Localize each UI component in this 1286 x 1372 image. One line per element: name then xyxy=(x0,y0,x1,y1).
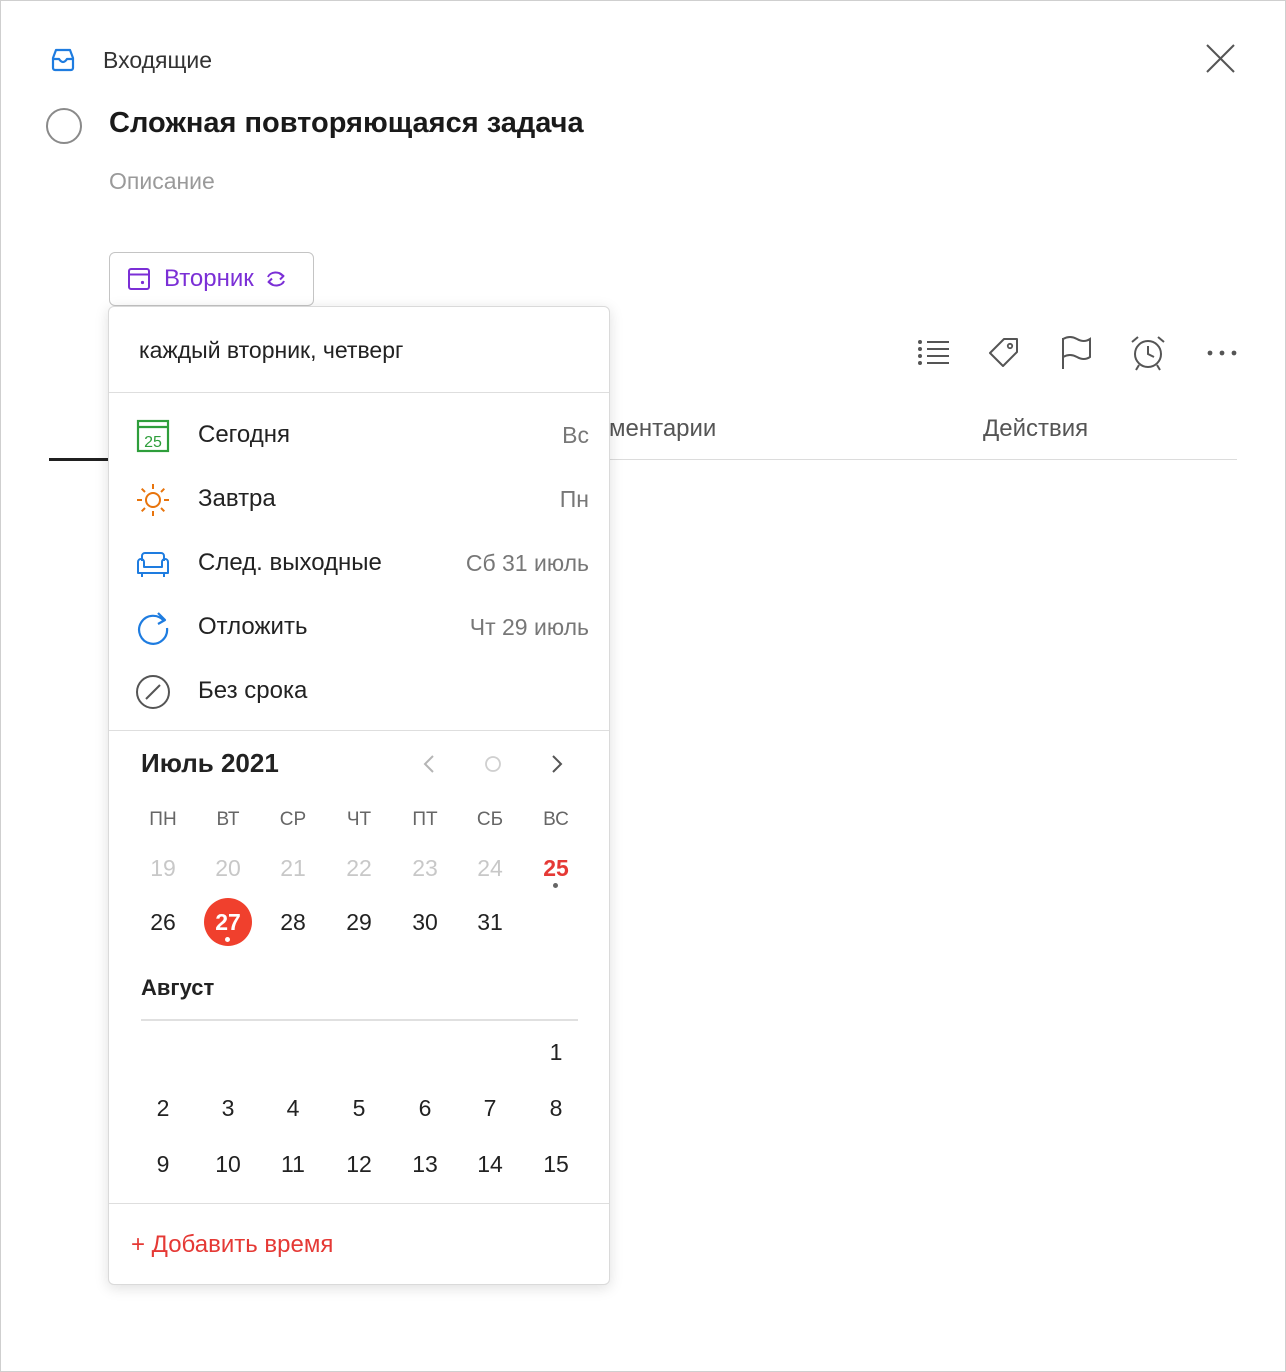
calendar-day[interactable]: 14 xyxy=(465,1139,515,1189)
calendar-day[interactable]: 3 xyxy=(203,1083,253,1133)
chevron-left-icon[interactable] xyxy=(412,747,446,781)
weekday-label: ВТ xyxy=(216,809,240,830)
tag-icon[interactable] xyxy=(984,333,1024,373)
quick-option-tomorrow[interactable]: Завтра Пн xyxy=(109,469,609,529)
due-date-button[interactable]: Вторник xyxy=(109,252,314,306)
calendar-day[interactable]: 22 xyxy=(334,843,384,893)
quick-option-hint: Сб 31 июль xyxy=(465,549,589,576)
weekday-label: ЧТ xyxy=(346,809,372,830)
calendar-day[interactable]: 31 xyxy=(465,897,515,947)
tab-active-indicator xyxy=(49,458,111,461)
calendar-day[interactable]: 24 xyxy=(465,843,515,893)
quick-option-hint: Чт 29 июль xyxy=(469,613,589,640)
task-indicator-dot xyxy=(553,883,558,888)
calendar-day[interactable]: 6 xyxy=(400,1083,450,1133)
calendar-day[interactable]: 9 xyxy=(138,1139,188,1189)
weekday-label: СР xyxy=(279,809,307,830)
tab-comments[interactable]: ментарии xyxy=(609,415,716,443)
weekday-label: СБ xyxy=(476,809,504,830)
sun-icon xyxy=(137,484,169,516)
no-date-icon xyxy=(136,675,170,709)
quick-option-no-date[interactable]: Без срока xyxy=(109,661,609,721)
calendar-day[interactable]: 11 xyxy=(268,1139,318,1189)
calendar-today-icon: 25 xyxy=(136,419,170,453)
description-field[interactable]: Описание xyxy=(109,168,215,195)
weekday-label: ПН xyxy=(149,809,177,830)
calendar-today-icon-number: 25 xyxy=(144,434,162,451)
calendar-day[interactable]: 4 xyxy=(268,1083,318,1133)
quick-option-hint: Вс xyxy=(562,421,589,448)
postpone-icon xyxy=(138,612,169,645)
calendar-day[interactable]: 19 xyxy=(138,843,188,893)
calendar-day[interactable]: 15 xyxy=(531,1139,581,1189)
calendar-next-month-title: Август xyxy=(141,975,215,1000)
list-icon[interactable] xyxy=(913,333,953,373)
chevron-right-icon[interactable] xyxy=(540,747,574,781)
task-complete-checkbox[interactable] xyxy=(46,108,82,144)
calendar-day[interactable]: 8 xyxy=(531,1083,581,1133)
recurrence-text[interactable]: каждый вторник, четверг xyxy=(139,337,403,364)
more-icon[interactable] xyxy=(1202,333,1242,373)
quick-option-label: След. выходные xyxy=(198,549,382,576)
quick-option-today[interactable]: 25 Сегодня Вс xyxy=(109,405,609,465)
month-divider xyxy=(141,1019,578,1021)
divider xyxy=(109,392,609,393)
flag-icon[interactable] xyxy=(1056,333,1096,373)
quick-option-hint: Пн xyxy=(559,485,589,512)
calendar-day[interactable]: 12 xyxy=(334,1139,384,1189)
project-label: Входящие xyxy=(103,46,213,73)
weekday-label: ВС xyxy=(543,809,569,830)
calendar-day[interactable]: 28 xyxy=(268,897,318,947)
date-picker-popup: каждый вторник, четверг 25 Сегодня Вс За… xyxy=(108,306,610,1285)
calendar-day[interactable]: 23 xyxy=(400,843,450,893)
quick-option-label: Отложить xyxy=(198,613,308,640)
divider xyxy=(109,730,609,731)
quick-option-label: Без срока xyxy=(198,677,308,704)
calendar-day[interactable]: 1 xyxy=(531,1027,581,1077)
calendar-day[interactable]: 21 xyxy=(268,843,318,893)
calendar-day[interactable]: 5 xyxy=(334,1083,384,1133)
project-selector[interactable]: Входящие xyxy=(49,41,212,79)
sofa-icon xyxy=(137,552,169,577)
quick-option-postpone[interactable]: Отложить Чт 29 июль xyxy=(109,597,609,657)
calendar-day[interactable]: 13 xyxy=(400,1139,450,1189)
current-month-icon[interactable] xyxy=(476,747,510,781)
task-indicator-dot xyxy=(225,937,230,942)
calendar-day[interactable]: 26 xyxy=(138,897,188,947)
calendar-day[interactable]: 7 xyxy=(465,1083,515,1133)
calendar-day[interactable]: 10 xyxy=(203,1139,253,1189)
calendar-day[interactable]: 30 xyxy=(400,897,450,947)
quick-option-label: Сегодня xyxy=(198,421,290,448)
repeat-icon xyxy=(266,271,285,287)
quick-option-next-weekend[interactable]: След. выходные Сб 31 июль xyxy=(109,533,609,593)
tab-actions[interactable]: Действия xyxy=(983,415,1088,443)
calendar-day[interactable]: 20 xyxy=(203,843,253,893)
task-title[interactable]: Сложная повторяющаяся задача xyxy=(109,107,584,140)
calendar-icon xyxy=(128,268,150,290)
quick-option-label: Завтра xyxy=(198,485,276,512)
weekday-label: ПТ xyxy=(412,809,438,830)
add-time-button[interactable]: + Добавить время xyxy=(131,1231,333,1259)
calendar-day[interactable]: 29 xyxy=(334,897,384,947)
inbox-icon xyxy=(51,48,75,72)
calendar-day[interactable]: 2 xyxy=(138,1083,188,1133)
calendar-month-title: Июль 2021 xyxy=(141,748,279,778)
divider xyxy=(109,1203,609,1204)
close-icon[interactable] xyxy=(1201,39,1239,77)
task-detail-panel: Входящие Сложная повторяющаяся задача Оп… xyxy=(0,0,1286,1372)
alarm-icon[interactable] xyxy=(1128,333,1168,373)
due-date-label: Вторник xyxy=(164,265,254,292)
